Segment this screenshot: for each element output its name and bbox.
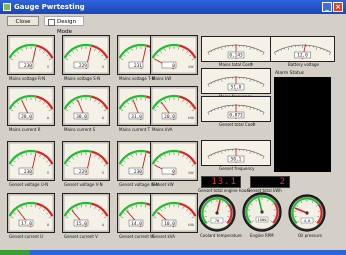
round-value: 70 xyxy=(215,218,220,223)
gauge-label: Genset current V xyxy=(64,234,98,239)
arc-label: Mains total CosΦ xyxy=(219,62,253,67)
round-label: Oil pressure xyxy=(298,233,322,238)
alarm-scrollbar[interactable] xyxy=(331,77,336,172)
gauge-genset-current-v: 15,0 A Genset current V xyxy=(62,193,110,239)
gauge-value: 31,0 xyxy=(131,114,142,120)
gauge-value: 30,0 xyxy=(76,114,87,120)
gauge-genset-current-u: 17,0 A Genset current U xyxy=(7,193,55,239)
gauge-value: 28,0 xyxy=(21,114,32,120)
gauge-value: 231 xyxy=(134,63,142,69)
arc-value: 12,0 xyxy=(297,53,308,59)
arc-gauge-genset-frequency: 50,1 Genset frequency xyxy=(201,140,271,171)
arc-value: 50,1 xyxy=(231,157,242,163)
arc-value: 51,0 xyxy=(231,85,242,91)
gauge-label: Mains voltage S-N xyxy=(64,76,101,81)
gauge-mains-current-s: 30,0 A Mains current S xyxy=(62,86,110,132)
gauge-label: Mains voltage R-N xyxy=(9,76,46,81)
gauge-value: 0 xyxy=(172,63,175,69)
gauge-label: Mains voltage T-N xyxy=(119,76,155,81)
alarm-status-list[interactable] xyxy=(274,77,336,172)
gauge-genset-kva: 10,0 kVA Genset kVA xyxy=(150,193,198,239)
gauge-mains-voltage-r-n: 230 V Mains voltage R-N xyxy=(7,35,55,81)
app-icon xyxy=(3,3,11,11)
gauge-label: Mains kVA xyxy=(152,127,173,132)
gauge-genset-voltage-u-n: 230 V Genset voltage U-N xyxy=(7,141,55,187)
gauge-label: Mains current R xyxy=(9,127,41,132)
round-value: 1500 xyxy=(257,217,267,222)
gauge-unit: kW xyxy=(189,171,195,175)
gauge-mains-current-r: 28,0 A Mains current R xyxy=(7,86,55,132)
title-bar: Gauge Pwrtesting _ × xyxy=(0,0,346,14)
arc-value: 0,143 xyxy=(229,53,243,59)
gauge-label: Genset kW xyxy=(152,182,174,187)
arc-label: Genset total CosΦ xyxy=(219,122,256,127)
taskbar xyxy=(0,250,346,255)
gauge-label: Genset voltage V-N xyxy=(64,182,103,187)
gauge-label: Genset current U xyxy=(9,234,44,239)
gauge-value: 230 xyxy=(24,169,32,175)
gauge-mains-kw: 0 kW Mains kW xyxy=(150,35,198,81)
gauge-unit: kVA xyxy=(188,116,195,120)
gauge-value: 230 xyxy=(24,63,32,69)
counter-genset-total-engine-hours: 13.1 xyxy=(201,176,241,188)
gauge-value: 17,0 xyxy=(21,221,32,227)
round-label: Coolant temperature xyxy=(200,233,242,238)
design-mode-checkbox[interactable]: Design Mode xyxy=(44,16,84,35)
window-title: Gauge Pwrtesting xyxy=(14,3,85,11)
gauge-value: 20,0 xyxy=(164,114,175,120)
gauge-value: 14,0 xyxy=(131,221,142,227)
gauge-value: 10,0 xyxy=(164,221,175,227)
gauge-label: Genset voltage U-N xyxy=(9,182,49,187)
start-button[interactable] xyxy=(0,250,30,255)
round-gauge-engine-rpm: 1500 Engine RPM xyxy=(242,192,282,238)
gauge-value: 229 xyxy=(79,63,87,69)
gauge-unit: kW xyxy=(189,65,195,69)
arc-label: Battery voltage xyxy=(288,62,320,67)
gauge-value: 229 xyxy=(79,169,87,175)
gauge-label: Mains current T xyxy=(119,127,151,132)
close-window-button[interactable]: × xyxy=(333,2,343,12)
gauge-value: 0 xyxy=(172,169,175,175)
counter-genset-total-kwh: 2 xyxy=(250,176,290,188)
gauge-label: Mains kW xyxy=(152,76,172,81)
gauge-mains-voltage-s-n: 229 V Mains voltage S-N xyxy=(62,35,110,81)
close-button[interactable]: Close xyxy=(7,16,39,26)
gauge-label: Genset kVA xyxy=(152,234,176,239)
gauge-value: 230 xyxy=(134,169,142,175)
gauge-unit: kVA xyxy=(188,223,195,227)
gauge-label: Mains current S xyxy=(64,127,96,132)
alarm-status-label: Alarm Status xyxy=(275,71,305,76)
arc-value: 0,873 xyxy=(229,113,243,119)
gauge-mains-kva: 20,0 kVA Mains kVA xyxy=(150,86,198,132)
round-gauge-coolant-temperature: 70 Coolant temperature xyxy=(198,194,242,238)
gauge-genset-voltage-v-n: 229 V Genset voltage V-N xyxy=(62,141,110,187)
gauge-label: Genset current W xyxy=(119,234,155,239)
round-gauge-oil-pressure: 4,0 Oil pressure xyxy=(288,194,326,238)
round-value: 4,0 xyxy=(304,218,312,223)
arc-gauge-mains-frequency: 51,0Mains frequency xyxy=(201,68,271,99)
gauge-genset-kw: 0 kW Genset kW xyxy=(150,141,198,187)
toolbar: Close Design Mode xyxy=(0,14,346,35)
round-label: Engine RPM xyxy=(250,233,274,238)
arc-gauge-battery-voltage: 12,0 Battery voltage xyxy=(270,36,335,67)
minimize-button[interactable]: _ xyxy=(322,2,332,12)
arc-gauge-genset-total-cos: 0,873 Genset total CosΦ xyxy=(201,96,271,127)
arc-gauge-mains-total-cos: 0,143 Mains total CosΦ xyxy=(201,36,271,67)
arc-label: Genset frequency xyxy=(219,166,255,171)
gauge-value: 15,0 xyxy=(76,221,87,227)
